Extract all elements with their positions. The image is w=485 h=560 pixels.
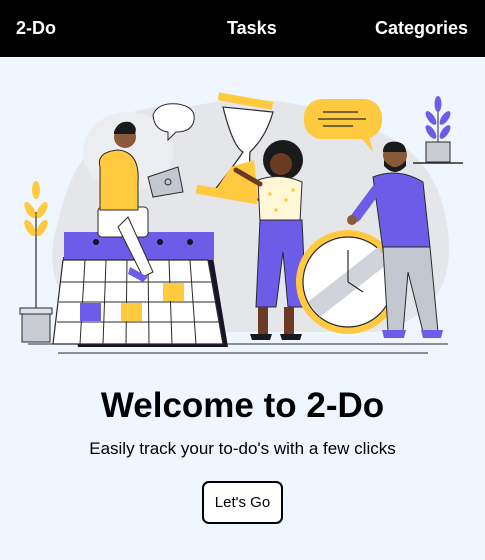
navbar: 2-Do Tasks Categories xyxy=(0,0,485,57)
nav-link-categories[interactable]: Categories xyxy=(375,0,468,57)
task-planning-illustration xyxy=(19,92,463,354)
brand-link[interactable]: 2-Do xyxy=(16,0,56,57)
right-plant-icon xyxy=(413,96,463,164)
welcome-subtitle: Easily track your to-do's with a few cli… xyxy=(89,439,396,458)
lets-go-button[interactable]: Let's Go xyxy=(202,481,283,524)
welcome-title: Welcome to 2-Do xyxy=(100,386,385,425)
nav-link-tasks[interactable]: Tasks xyxy=(227,0,277,57)
hero-section: Welcome to 2-Do Easily track your to-do'… xyxy=(0,57,485,560)
left-plant-icon xyxy=(19,181,53,343)
